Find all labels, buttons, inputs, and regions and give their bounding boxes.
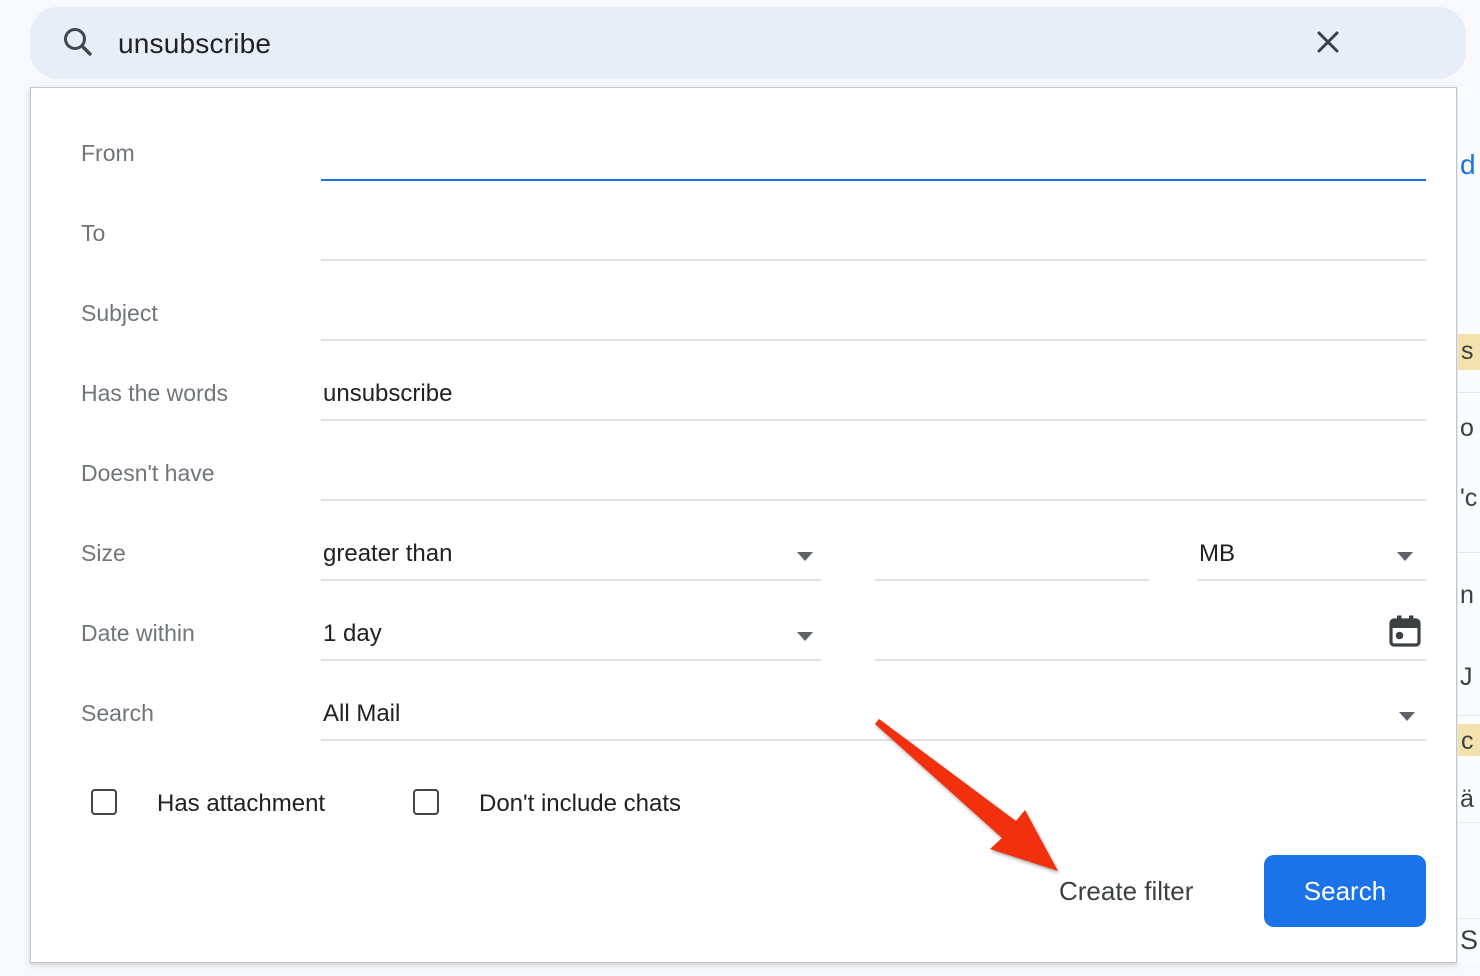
search-scope-value: All Mail <box>323 700 400 728</box>
has-words-input[interactable]: unsubscribe <box>321 376 1426 418</box>
doesnt-have-input[interactable] <box>321 456 1426 498</box>
size-operator-underline <box>321 579 821 581</box>
list-divider <box>1458 392 1480 393</box>
search-scope-underline <box>321 739 1426 741</box>
search-icon[interactable] <box>58 23 98 63</box>
background-text-fragment: c <box>1461 727 1474 756</box>
chevron-down-icon <box>1399 712 1415 721</box>
has-words-underline <box>321 419 1426 421</box>
close-icon[interactable] <box>1306 21 1350 65</box>
list-divider <box>1458 552 1480 553</box>
date-input[interactable] <box>875 616 1375 658</box>
subject-underline <box>321 339 1426 341</box>
gmail-search-filter-page: unsubscribe From To Subject Has the word… <box>0 0 1480 976</box>
date-period-underline <box>321 659 821 661</box>
subject-label: Subject <box>81 300 158 327</box>
advanced-search-panel: From To Subject Has the words unsubscrib… <box>30 87 1457 963</box>
subject-input[interactable] <box>321 296 1426 338</box>
search-scope-dropdown[interactable]: All Mail <box>321 696 1426 738</box>
list-divider <box>1458 918 1480 919</box>
has-words-value: unsubscribe <box>323 380 452 408</box>
has-attachment-label: Has attachment <box>157 790 325 818</box>
doesnt-have-label: Doesn't have <box>81 460 215 487</box>
size-unit-underline <box>1197 579 1426 581</box>
from-input[interactable] <box>321 136 1426 178</box>
size-unit-value: MB <box>1199 540 1235 568</box>
background-email-list-sliver: d s o 'c n J c ä S <box>1458 87 1480 963</box>
chevron-down-icon <box>797 632 813 641</box>
dont-include-chats-label: Don't include chats <box>479 790 681 818</box>
chevron-down-icon <box>797 552 813 561</box>
size-operator-value: greater than <box>323 540 452 568</box>
date-period-value: 1 day <box>323 620 382 648</box>
size-label: Size <box>81 540 126 567</box>
search-bar[interactable]: unsubscribe <box>30 7 1466 79</box>
date-period-dropdown[interactable]: 1 day <box>321 616 821 658</box>
background-text-fragment: 'c <box>1460 484 1477 513</box>
search-button[interactable]: Search <box>1264 855 1426 927</box>
background-highlight-fragment: c <box>1458 724 1480 756</box>
background-text-fragment: d <box>1460 149 1476 181</box>
to-underline <box>321 259 1426 261</box>
size-operator-dropdown[interactable]: greater than <box>321 536 821 578</box>
background-text-fragment: o <box>1460 414 1474 443</box>
list-divider <box>1458 822 1480 823</box>
to-label: To <box>81 220 105 247</box>
background-text-fragment: ä <box>1460 785 1474 814</box>
from-underline-focused <box>321 179 1426 181</box>
date-underline <box>875 659 1426 661</box>
search-input[interactable]: unsubscribe <box>118 28 271 60</box>
create-filter-button[interactable]: Create filter <box>1039 868 1213 915</box>
to-input[interactable] <box>321 216 1426 258</box>
background-text-fragment: n <box>1460 581 1474 610</box>
has-attachment-checkbox[interactable] <box>91 789 117 815</box>
size-amount-input[interactable] <box>875 536 1149 578</box>
from-label: From <box>81 140 135 167</box>
date-within-label: Date within <box>81 620 195 647</box>
background-text-fragment: s <box>1461 337 1474 366</box>
calendar-icon[interactable] <box>1383 610 1427 654</box>
list-divider <box>1458 715 1480 716</box>
chevron-down-icon <box>1397 552 1413 561</box>
background-text-fragment: J <box>1460 663 1473 692</box>
has-words-label: Has the words <box>81 380 228 407</box>
size-amount-underline <box>875 579 1149 581</box>
background-text-fragment: S <box>1460 925 1478 956</box>
size-unit-dropdown[interactable]: MB <box>1197 536 1426 578</box>
background-highlight-fragment: s <box>1458 334 1480 370</box>
dont-include-chats-checkbox[interactable] <box>413 789 439 815</box>
scope-label: Search <box>81 700 154 727</box>
doesnt-have-underline <box>321 499 1426 501</box>
